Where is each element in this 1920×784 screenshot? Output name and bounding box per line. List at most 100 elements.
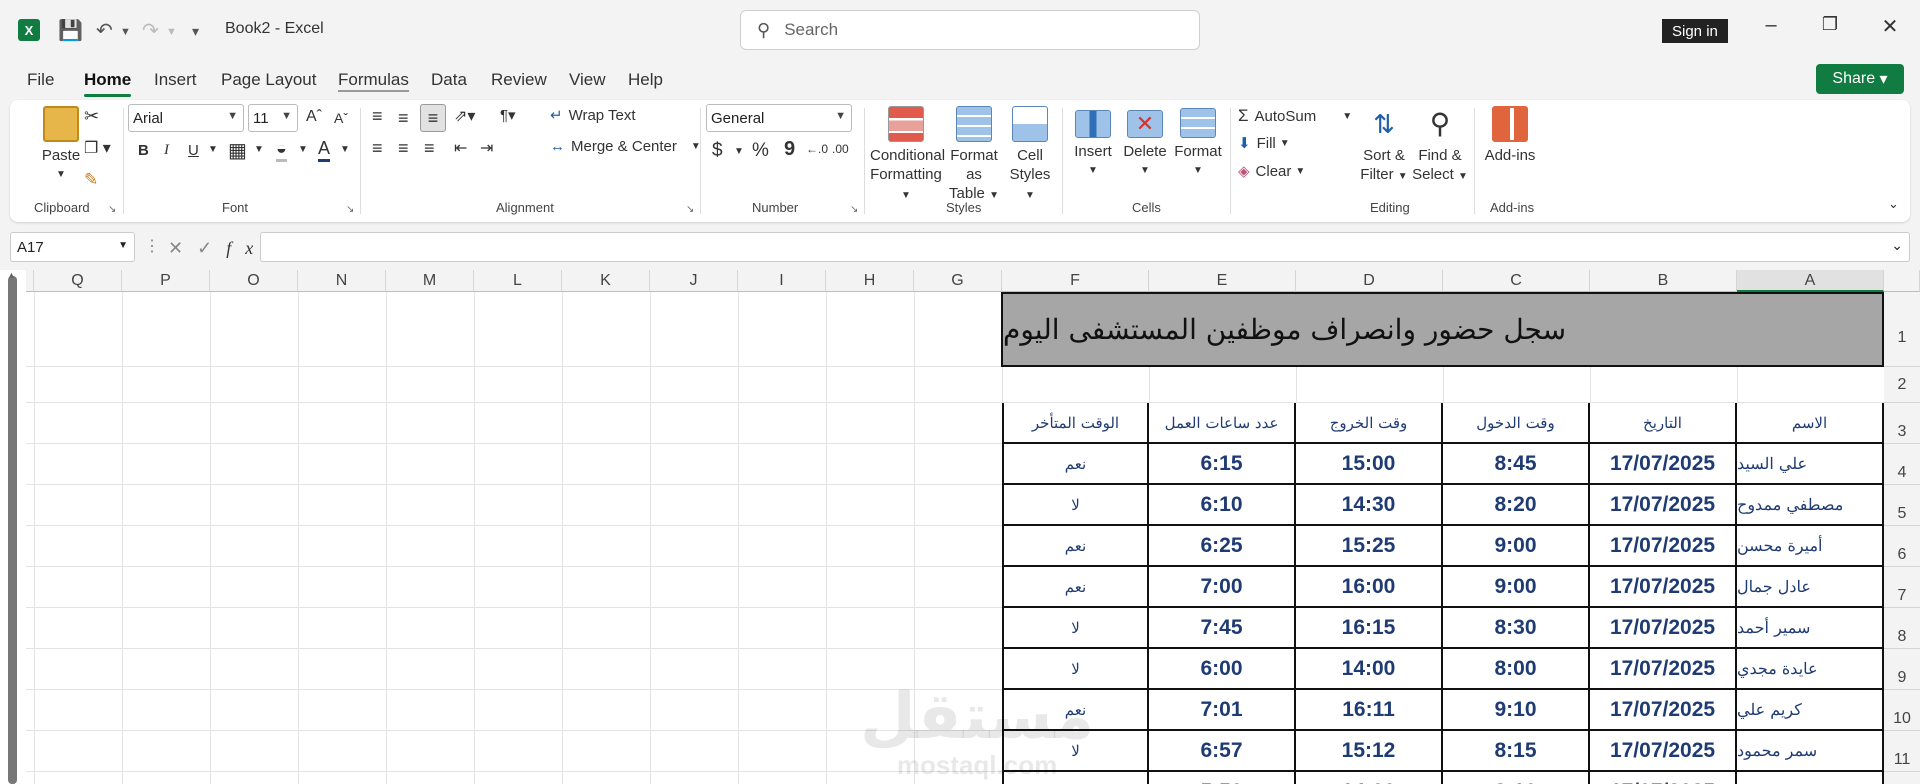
cancel-icon[interactable]: ✕ <box>168 238 197 258</box>
font-size-select[interactable]: 11 ▼ <box>248 104 298 132</box>
worksheet-grid[interactable]: ABCDEFGHIJKLMNOPQ 123456789101112 الاسما… <box>0 270 1920 784</box>
borders-icon[interactable]: ▦ <box>228 138 247 163</box>
date-cell[interactable]: 17/07/2025 <box>1590 485 1737 526</box>
number-launcher-icon[interactable]: ↘ <box>850 204 858 215</box>
decrease-font-icon[interactable]: Aˇ <box>334 110 348 126</box>
name-box[interactable]: A17 ▼ <box>10 232 135 262</box>
late-cell[interactable]: لا <box>1002 485 1149 526</box>
check-in-cell[interactable]: 9:10 <box>1443 690 1590 731</box>
align-top-icon[interactable]: ≡ <box>372 106 383 127</box>
row-header-9[interactable]: 9 <box>1884 649 1920 690</box>
align-right-icon[interactable]: ≡ <box>424 138 435 159</box>
late-cell[interactable]: نعم <box>1002 526 1149 567</box>
search-input[interactable]: ⚲ Search <box>740 10 1200 50</box>
column-header-l[interactable]: L <box>474 270 562 292</box>
check-in-cell[interactable]: 8:10 <box>1443 772 1590 784</box>
customize-toolbar-icon[interactable]: ▾ <box>192 23 199 40</box>
conditional-formatting-button[interactable]: Conditional Formatting ▼ <box>870 106 945 205</box>
date-cell[interactable]: 17/07/2025 <box>1590 731 1737 772</box>
check-in-cell[interactable]: 8:20 <box>1443 485 1590 526</box>
formula-input[interactable]: ⌄ <box>260 232 1910 262</box>
orientation-icon[interactable]: ⇗▾ <box>454 106 475 126</box>
tab-data[interactable]: Data <box>431 70 467 90</box>
currency-dropdown-icon[interactable]: ▼ <box>734 146 744 157</box>
name-cell[interactable]: مصطفي ممدوح <box>1737 485 1884 526</box>
restore-icon[interactable]: ❐ <box>1815 14 1845 35</box>
row-header-4[interactable]: 4 <box>1884 444 1920 485</box>
align-bottom-icon[interactable]: ≡ <box>420 104 446 132</box>
cut-icon[interactable]: ✂ <box>84 106 99 127</box>
check-out-cell[interactable]: 14:00 <box>1296 772 1443 784</box>
more-options-icon[interactable]: ⋮ <box>144 236 160 256</box>
date-cell[interactable]: 17/07/2025 <box>1590 608 1737 649</box>
tab-review[interactable]: Review <box>491 70 547 90</box>
number-format-select[interactable]: General ▼ <box>706 104 852 132</box>
name-cell[interactable]: عادل جمال <box>1737 567 1884 608</box>
column-header-o[interactable]: O <box>210 270 298 292</box>
underline-button[interactable]: U <box>188 142 199 159</box>
check-in-cell[interactable]: 8:15 <box>1443 731 1590 772</box>
check-out-cell[interactable]: 16:00 <box>1296 567 1443 608</box>
column-header-partial[interactable] <box>26 270 34 292</box>
font-color-icon[interactable]: A <box>318 138 331 162</box>
row-header-7[interactable]: 7 <box>1884 567 1920 608</box>
date-cell[interactable]: 17/07/2025 <box>1590 649 1737 690</box>
percent-button[interactable]: % <box>752 140 769 162</box>
check-in-cell[interactable]: 8:00 <box>1443 649 1590 690</box>
header-cell[interactable]: التاريخ <box>1590 403 1737 444</box>
check-out-cell[interactable]: 14:30 <box>1296 485 1443 526</box>
tab-insert[interactable]: Insert <box>154 70 197 90</box>
row-header-6[interactable]: 6 <box>1884 526 1920 567</box>
hours-cell[interactable]: 6:25 <box>1149 526 1296 567</box>
select-all-corner[interactable] <box>1884 270 1920 292</box>
format-painter-icon[interactable]: ✎ <box>84 170 98 190</box>
decrease-decimal-icon[interactable]: .00 <box>832 142 849 156</box>
column-header-d[interactable]: D <box>1296 270 1443 292</box>
hours-cell[interactable]: 7:00 <box>1149 567 1296 608</box>
wrap-text-button[interactable]: ↵ Wrap Text <box>550 106 636 125</box>
fill-button[interactable]: ⬇ Fill ▼ <box>1238 134 1290 153</box>
underline-dropdown-icon[interactable]: ▼ <box>208 144 218 155</box>
date-cell[interactable]: 17/07/2025 <box>1590 444 1737 485</box>
row-header-11[interactable]: 11 <box>1884 731 1920 772</box>
check-out-cell[interactable]: 15:12 <box>1296 731 1443 772</box>
tab-page-layout[interactable]: Page Layout <box>221 70 316 90</box>
late-cell[interactable]: لا <box>1002 608 1149 649</box>
name-cell[interactable]: أميرة محسن <box>1737 526 1884 567</box>
date-cell[interactable]: 17/07/2025 <box>1590 567 1737 608</box>
hours-cell[interactable]: 6:15 <box>1149 444 1296 485</box>
header-cell[interactable]: الاسم <box>1737 403 1884 444</box>
share-button[interactable]: Share ▾ <box>1816 64 1904 94</box>
vertical-scrollbar[interactable] <box>8 276 17 784</box>
undo-dropdown-icon[interactable]: ▼ <box>120 26 131 38</box>
font-launcher-icon[interactable]: ↘ <box>346 204 354 215</box>
tab-home[interactable]: Home <box>84 70 132 97</box>
column-header-b[interactable]: B <box>1590 270 1737 292</box>
check-in-cell[interactable]: 8:30 <box>1443 608 1590 649</box>
column-header-g[interactable]: G <box>914 270 1002 292</box>
column-header-k[interactable]: K <box>562 270 650 292</box>
sign-in-button[interactable]: Sign in <box>1662 19 1728 43</box>
row-header-12[interactable]: 12 <box>1884 772 1920 784</box>
hours-cell[interactable]: 5:50 <box>1149 772 1296 784</box>
italic-button[interactable]: I <box>164 142 169 159</box>
column-header-c[interactable]: C <box>1443 270 1590 292</box>
hours-cell[interactable]: 6:10 <box>1149 485 1296 526</box>
row-header-10[interactable]: 10 <box>1884 690 1920 731</box>
header-cell[interactable]: الوقت المتأخر <box>1002 403 1149 444</box>
save-icon[interactable]: 💾 <box>58 18 83 43</box>
minimize-icon[interactable]: – <box>1756 14 1786 37</box>
name-cell[interactable]: سمر محمود <box>1737 731 1884 772</box>
row-header-8[interactable]: 8 <box>1884 608 1920 649</box>
font-color-dropdown-icon[interactable]: ▼ <box>340 144 350 155</box>
check-in-cell[interactable]: 9:00 <box>1443 526 1590 567</box>
align-middle-icon[interactable]: ≡ <box>398 108 409 129</box>
column-header-i[interactable]: I <box>738 270 826 292</box>
column-header-p[interactable]: P <box>122 270 210 292</box>
column-header-a[interactable]: A <box>1737 270 1884 292</box>
tab-formulas[interactable]: Formulas <box>338 70 409 92</box>
bold-button[interactable]: B <box>138 142 149 159</box>
name-cell[interactable]: سمير أحمد <box>1737 608 1884 649</box>
tab-help[interactable]: Help <box>628 70 663 90</box>
check-out-cell[interactable]: 16:15 <box>1296 608 1443 649</box>
